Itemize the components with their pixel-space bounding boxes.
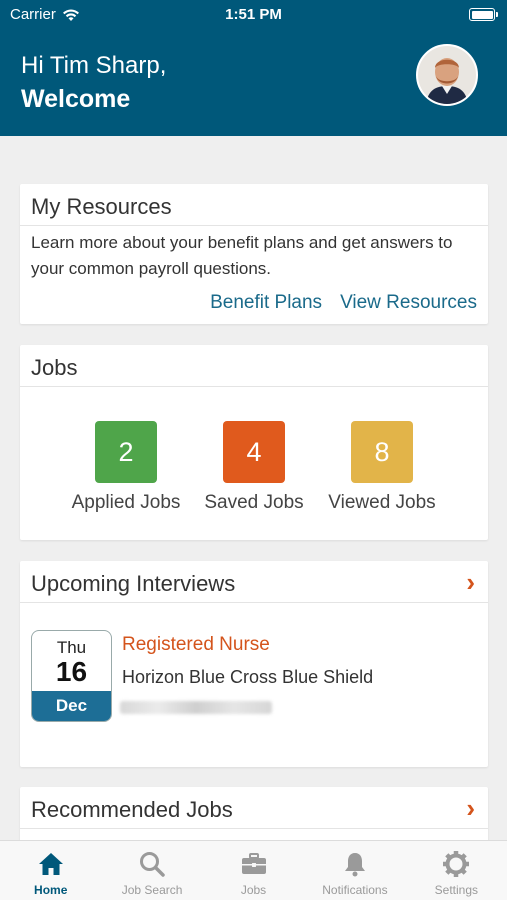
jobs-title: Jobs <box>20 345 488 387</box>
redacted-text <box>120 701 272 714</box>
welcome-header: Hi Tim Sharp, Welcome <box>0 30 507 136</box>
avatar[interactable] <box>416 44 478 106</box>
jobs-heading: Jobs <box>31 355 78 380</box>
jobs-card: Jobs 2 Applied Jobs 4 Saved Jobs 8 Viewe… <box>20 345 488 540</box>
tab-settings-label: Settings <box>434 883 478 897</box>
chevron-right-icon[interactable]: › <box>466 795 477 821</box>
recommended-jobs-heading: Recommended Jobs <box>31 797 233 822</box>
saved-jobs-label: Saved Jobs <box>204 492 304 513</box>
briefcase-icon <box>241 853 266 874</box>
interview-day-of-week: Thu <box>56 638 87 657</box>
home-icon <box>38 853 63 875</box>
my-resources-card: My Resources Learn more about your benef… <box>20 184 488 324</box>
saved-jobs-count: 4 <box>223 421 285 483</box>
upcoming-interviews-header[interactable]: Upcoming Interviews › <box>20 561 488 603</box>
viewed-jobs-count: 8 <box>351 421 413 483</box>
view-resources-link[interactable]: View Resources <box>340 292 477 314</box>
resources-links: Benefit Plans View Resources <box>210 292 477 314</box>
interview-company: Horizon Blue Cross Blue Shield <box>122 667 374 687</box>
applied-jobs-label: Applied Jobs <box>71 492 181 513</box>
tab-notifications[interactable]: Notifications <box>304 841 405 900</box>
gear-icon <box>443 851 470 877</box>
applied-jobs-tile[interactable]: 2 Applied Jobs <box>62 421 190 514</box>
tab-bar: Home Job Search Jobs Notifications Setti… <box>0 840 507 900</box>
interview-month: Dec <box>32 691 111 721</box>
status-time: 1:51 PM <box>225 6 282 23</box>
tab-job-search-label: Job Search <box>121 883 183 897</box>
tab-home[interactable]: Home <box>0 841 101 900</box>
resources-description: Learn more about your benefit plans and … <box>31 233 453 278</box>
tab-notifications-label: Notifications <box>322 883 388 897</box>
upcoming-interviews-card: Upcoming Interviews › Thu 16 Dec Registe… <box>20 561 488 767</box>
viewed-jobs-tile[interactable]: 8 Viewed Jobs <box>318 421 446 514</box>
chevron-right-icon[interactable]: › <box>466 569 477 595</box>
tab-job-search[interactable]: Job Search <box>101 841 202 900</box>
my-resources-title: My Resources <box>20 184 488 226</box>
upcoming-interviews-heading: Upcoming Interviews <box>31 571 236 596</box>
battery-icon <box>469 8 498 21</box>
tab-jobs-label: Jobs <box>240 883 267 897</box>
bell-icon <box>344 853 365 877</box>
search-icon <box>140 852 165 877</box>
jobs-tiles: 2 Applied Jobs 4 Saved Jobs 8 Viewed Job… <box>20 421 488 514</box>
tab-jobs[interactable]: Jobs <box>203 841 304 900</box>
tab-settings[interactable]: Settings <box>406 841 507 900</box>
recommended-jobs-header[interactable]: Recommended Jobs › <box>20 787 488 829</box>
status-bar: Carrier 1:51 PM <box>0 0 507 30</box>
interview-day: 16 <box>55 656 88 687</box>
benefit-plans-link[interactable]: Benefit Plans <box>210 292 322 314</box>
viewed-jobs-label: Viewed Jobs <box>328 492 436 513</box>
saved-jobs-tile[interactable]: 4 Saved Jobs <box>190 421 318 514</box>
interview-date-badge: Thu 16 Dec <box>31 630 112 722</box>
applied-jobs-count: 2 <box>95 421 157 483</box>
tab-home-label: Home <box>34 883 68 897</box>
my-resources-heading: My Resources <box>31 194 172 219</box>
greeting-text: Hi Tim Sharp, <box>21 52 167 79</box>
profile-photo <box>418 46 476 104</box>
interview-job-title[interactable]: Registered Nurse <box>122 634 270 656</box>
welcome-text: Welcome <box>21 85 131 113</box>
